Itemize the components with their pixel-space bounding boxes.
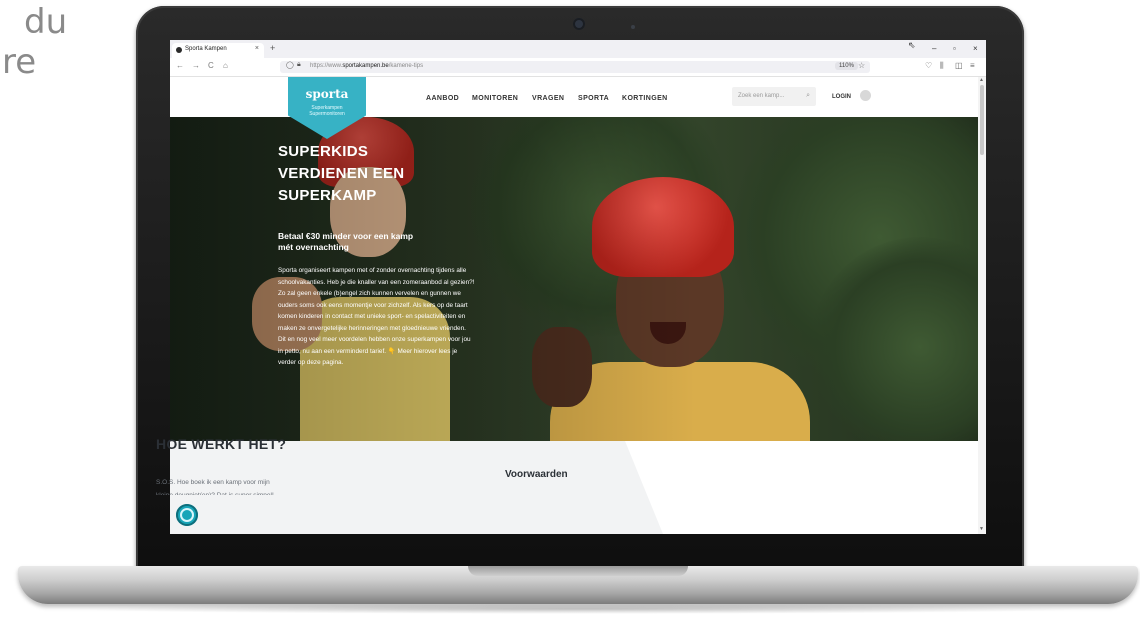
hero-body-line: Dit en nog veel meer voordelen hebben on…	[278, 336, 471, 343]
login-link[interactable]: LOGIN	[832, 94, 851, 100]
laptop-base-notch	[468, 566, 688, 576]
hero-subtitle-line1: Betaal €30 minder voor een kamp	[278, 231, 414, 241]
nav-kortingen[interactable]: KORTINGEN	[622, 95, 668, 102]
webcam	[573, 18, 585, 30]
hero-body-line: verder op deze pagina.	[278, 359, 344, 366]
url-path: /kamene-tips	[388, 63, 424, 69]
browser-tab[interactable]: Sporta Kampen ×	[172, 43, 264, 58]
bookmark-star-icon[interactable]: ☆	[858, 61, 865, 70]
scroll-down-icon[interactable]: ▼	[979, 526, 984, 532]
voorwaarden-heading: Voorwaarden	[505, 469, 568, 480]
home-button[interactable]: ⌂	[223, 61, 228, 70]
menu-icon[interactable]: ≡	[970, 61, 975, 70]
fingerprint-button[interactable]	[176, 504, 198, 526]
hero-banner: SUPERKIDS VERDIENEN EEN SUPERKAMP Betaal…	[170, 117, 978, 441]
shield-icon: ◯	[286, 62, 294, 69]
close-window-button[interactable]: ×	[973, 44, 978, 53]
user-avatar-icon[interactable]	[860, 90, 871, 101]
nav-vragen[interactable]: VRAGEN	[532, 95, 564, 102]
maximize-button[interactable]: ▫	[953, 44, 956, 53]
url-domain: sportakampen.be	[342, 63, 389, 69]
nav-monitoren[interactable]: MONITOREN	[472, 95, 518, 102]
logo-tagline: Superkampen Supermonitoren	[288, 105, 366, 117]
lock-icon: 🔒︎	[297, 61, 301, 68]
mouse-cursor-icon: ⇖	[908, 40, 916, 50]
hero-body-line: schoolvakanties. Heb je die knaller van …	[278, 278, 475, 286]
address-bar[interactable]: ◯ 🔒︎ https://www.sportakampen.be/kamene-…	[280, 61, 870, 73]
section-title: HOE WERKT HET?	[156, 436, 287, 452]
cropped-text-line1: du	[24, 2, 68, 42]
favicon-icon	[176, 47, 182, 53]
reload-button[interactable]: C	[208, 61, 214, 70]
logo-wordmark: sporta	[305, 87, 349, 101]
site-search-input[interactable]: Zoek een kamp... ⌕	[732, 87, 816, 106]
section-intro-text: S.O.S. Hoe boek ik een kamp voor mijn kl…	[156, 476, 274, 495]
scrollbar-thumb[interactable]	[980, 85, 984, 155]
scroll-up-icon[interactable]: ▲	[979, 77, 984, 83]
section-text-line1: S.O.S. Hoe boek ik een kamp voor mijn	[156, 479, 270, 486]
tab-title: Sporta Kampen	[185, 46, 227, 52]
page-scrollbar[interactable]: ▲ ▼	[978, 77, 986, 534]
hero-body-line: komen kinderen in contact met unieke spo…	[278, 313, 466, 320]
library-icon[interactable]: ⫼	[940, 61, 944, 71]
hero-title-line1: SUPERKIDS	[278, 143, 369, 160]
back-button[interactable]: ←	[176, 61, 184, 70]
pocket-icon[interactable]: ♡	[925, 61, 932, 70]
hero-body-text: Sporta organiseert kampen met of zonder …	[278, 265, 530, 369]
hero-body-line: maken ze onvergetelijke herinneringen me…	[278, 324, 466, 332]
minimize-button[interactable]: –	[932, 44, 936, 53]
hero-title-line3: SUPERKAMP	[278, 187, 377, 204]
search-placeholder: Zoek een kamp...	[738, 93, 785, 99]
sidebar-icon[interactable]: ◫	[955, 61, 963, 70]
conditions-panel	[625, 441, 978, 534]
browser-tabbar: Sporta Kampen × + ⇖ – ▫ ×	[170, 40, 986, 58]
nav-aanbod[interactable]: AANBOD	[426, 95, 459, 102]
logo-tagline-line2: Supermonitoren	[309, 111, 345, 117]
hero-body-line: in petto, nu aan een verminderd tarief. …	[278, 347, 458, 355]
hero-title: SUPERKIDS VERDIENEN EEN SUPERKAMP	[278, 141, 498, 207]
zoom-level[interactable]: 110%	[835, 62, 858, 70]
hero-body-line: Zo zal geen enkele (b)engel zich kunnen …	[278, 290, 461, 297]
section-text-line2: kleine deugniet(en)? Dat is super simpel…	[156, 489, 274, 495]
webcam-indicator	[631, 25, 635, 29]
hero-subtitle-line2: mét overnachting	[278, 242, 349, 252]
hero-title-line2: VERDIENEN EEN	[278, 165, 405, 182]
url-text: https://www.sportakampen.be/kamene-tips	[310, 63, 423, 69]
hero-body-line: Sporta organiseert kampen met of zonder …	[278, 267, 467, 274]
fingerprint-icon	[180, 508, 194, 522]
browser-navbar: ← → C ⌂ ◯ 🔒︎ https://www.sportakampen.be…	[170, 58, 986, 77]
laptop-shadow	[60, 604, 1100, 614]
hero-subtitle: Betaal €30 minder voor een kamp mét over…	[278, 231, 468, 253]
new-tab-button[interactable]: +	[270, 43, 275, 53]
hero-body-line: ouders soms ook eens momentje voor zichz…	[278, 301, 468, 309]
tab-close-icon[interactable]: ×	[255, 45, 259, 52]
cropped-text-line2: re	[2, 42, 37, 82]
laptop-screen: Sporta Kampen × + ⇖ – ▫ × ← → C ⌂ ◯ 🔒︎ h…	[170, 40, 986, 534]
forward-button[interactable]: →	[192, 61, 200, 70]
search-icon[interactable]: ⌕	[806, 92, 810, 100]
url-prefix: https://www.	[310, 63, 343, 69]
nav-sporta[interactable]: SPORTA	[578, 95, 609, 102]
